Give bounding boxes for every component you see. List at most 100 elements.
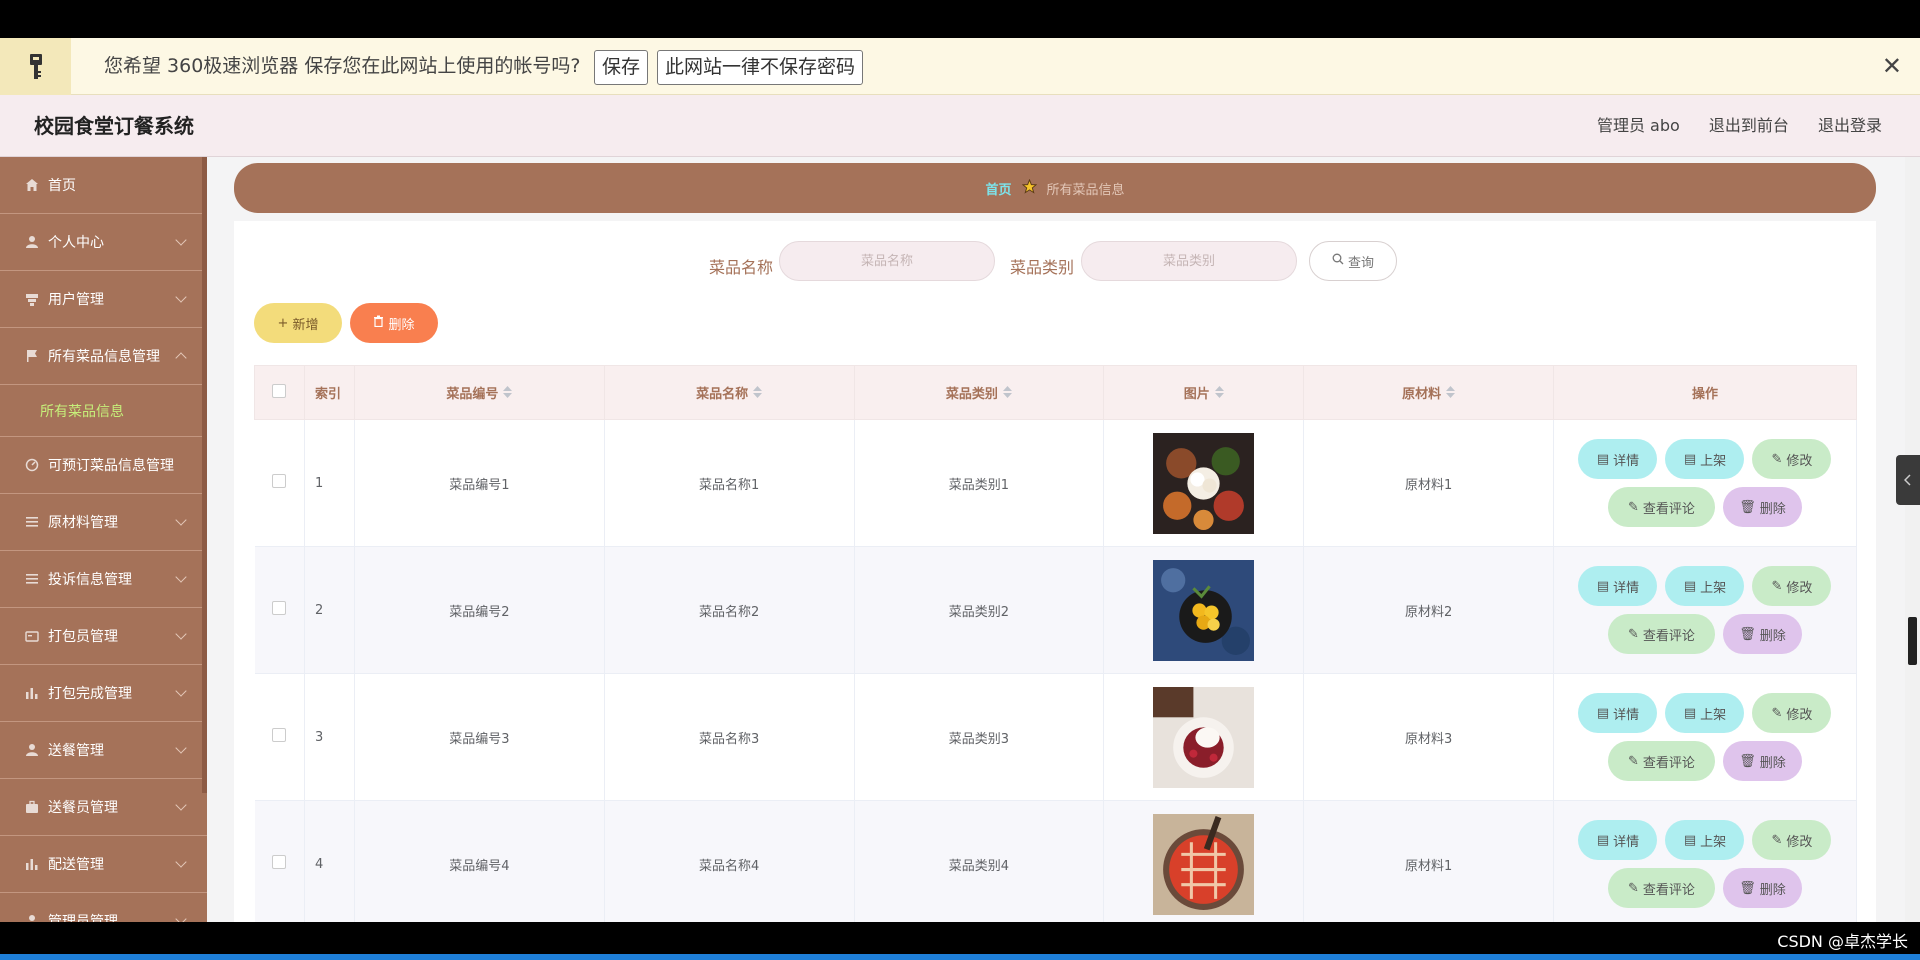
- chevron-left-icon: [1903, 471, 1912, 490]
- sort-icon[interactable]: [503, 386, 513, 402]
- shelve-button[interactable]: ▤ 上架: [1665, 820, 1745, 860]
- shelve-button[interactable]: ▤ 上架: [1665, 693, 1745, 733]
- detail-button[interactable]: ▤ 详情: [1578, 693, 1658, 733]
- column-header-type[interactable]: 菜品类别: [853, 365, 1105, 420]
- sidebar-item-dispatch-management[interactable]: 配送管理: [0, 836, 207, 893]
- column-header-index: 索引: [303, 365, 355, 420]
- sidebar-item-bookable-dishes-management[interactable]: 可预订菜品信息管理: [0, 437, 207, 494]
- add-button[interactable]: + 新增: [254, 303, 342, 343]
- sidebar-item-courier-management[interactable]: 送餐员管理: [0, 779, 207, 836]
- dish-image[interactable]: [1153, 686, 1255, 788]
- column-header-image[interactable]: 图片: [1103, 365, 1305, 420]
- card-icon: [24, 628, 40, 644]
- sidebar-item-home[interactable]: 首页: [0, 157, 207, 214]
- side-panel-toggle[interactable]: [1896, 455, 1920, 505]
- scrollbar-thumb[interactable]: [1908, 617, 1917, 665]
- chevron-down-icon: [175, 514, 187, 526]
- cell-index: 3: [304, 673, 355, 801]
- delete-button[interactable]: 🗑 删除: [1722, 614, 1802, 654]
- sidebar-item-admin-management[interactable]: 管理员管理: [0, 893, 207, 922]
- sidebar-item-user-management[interactable]: 用户管理: [0, 271, 207, 328]
- row-checkbox[interactable]: [254, 673, 305, 801]
- pencil-icon: ✎: [1628, 626, 1639, 642]
- cell-type: 菜品类别2: [854, 546, 1105, 674]
- briefcase-icon: [24, 799, 40, 815]
- view-reviews-button[interactable]: ✎ 查看评论: [1607, 614, 1715, 654]
- save-password-button[interactable]: 保存: [594, 50, 649, 85]
- detail-button[interactable]: ▤ 详情: [1578, 820, 1658, 860]
- pencil-icon: ✎: [1628, 753, 1639, 769]
- trash-icon: 🗑: [1739, 626, 1756, 642]
- query-button-label: 查询: [1347, 255, 1374, 271]
- sort-icon[interactable]: [1446, 386, 1456, 402]
- row-checkbox[interactable]: [254, 800, 305, 922]
- edit-button[interactable]: ✎ 修改: [1752, 439, 1832, 479]
- column-header-actions: 操作: [1552, 365, 1858, 420]
- page-scrollbar[interactable]: [1905, 157, 1920, 922]
- breadcrumb-home-link[interactable]: 首页: [985, 179, 1011, 198]
- query-button[interactable]: 查询: [1309, 241, 1397, 281]
- bottom-bar: CSDN @卓杰学长: [0, 922, 1920, 960]
- edit-button[interactable]: ✎ 修改: [1752, 566, 1832, 606]
- trash-icon: [373, 315, 384, 331]
- never-save-password-button[interactable]: 此网站一律不保存密码: [657, 50, 864, 85]
- plus-icon: +: [277, 315, 289, 331]
- cell-code: 菜品编号4: [354, 800, 605, 922]
- document-icon: ▤: [1596, 451, 1610, 467]
- cell-actions: ▤ 详情 ▤ 上架 ✎ 修改 ✎ 查看评论 🗑 删除: [1553, 800, 1858, 922]
- cell-index: 4: [304, 800, 355, 922]
- column-header-material[interactable]: 原材料: [1303, 365, 1554, 420]
- close-icon[interactable]: ✕: [1882, 52, 1902, 80]
- delete-button[interactable]: 🗑 删除: [1722, 487, 1802, 527]
- chevron-down-icon: [175, 234, 187, 246]
- delete-button[interactable]: 🗑 删除: [1722, 868, 1802, 908]
- select-all-checkbox[interactable]: [254, 365, 305, 420]
- dish-name-input[interactable]: [779, 241, 995, 281]
- batch-delete-button[interactable]: 删除: [350, 303, 438, 343]
- cell-name: 菜品名称4: [604, 800, 855, 922]
- cell-index: 2: [304, 546, 355, 674]
- edit-button[interactable]: ✎ 修改: [1752, 820, 1832, 860]
- sidebar-item-delivery-management[interactable]: 送餐管理: [0, 722, 207, 779]
- sidebar-subitem-all-dishes[interactable]: 所有菜品信息: [0, 385, 207, 437]
- delete-button[interactable]: 🗑 删除: [1722, 741, 1802, 781]
- dish-image[interactable]: [1153, 813, 1255, 915]
- row-checkbox[interactable]: [254, 546, 305, 674]
- detail-button[interactable]: ▤ 详情: [1578, 439, 1658, 479]
- pencil-icon: ✎: [1628, 499, 1639, 515]
- sort-icon[interactable]: [1002, 386, 1012, 402]
- sidebar-item-complaint-management[interactable]: 投诉信息管理: [0, 551, 207, 608]
- row-checkbox[interactable]: [254, 419, 305, 547]
- user-icon: [24, 742, 40, 758]
- dish-image[interactable]: [1153, 559, 1255, 661]
- sort-icon[interactable]: [753, 386, 763, 402]
- dish-type-input[interactable]: [1081, 241, 1297, 281]
- bar-chart-icon: [24, 685, 40, 701]
- detail-button[interactable]: ▤ 详情: [1578, 566, 1658, 606]
- column-header-name[interactable]: 菜品名称: [603, 365, 855, 420]
- sidebar-item-all-dishes-management[interactable]: 所有菜品信息管理: [0, 328, 207, 385]
- shelve-button[interactable]: ▤ 上架: [1665, 566, 1745, 606]
- content-panel: 菜品名称 菜品类别 查询 + 新增 删除: [234, 221, 1876, 922]
- chevron-down-icon: [175, 685, 187, 697]
- sort-icon[interactable]: [1214, 386, 1224, 402]
- view-reviews-button[interactable]: ✎ 查看评论: [1607, 487, 1715, 527]
- document-icon: ▤: [1683, 832, 1697, 848]
- column-header-code[interactable]: 菜品编号: [353, 365, 605, 420]
- edit-button[interactable]: ✎ 修改: [1752, 693, 1832, 733]
- sidebar-item-label: 打包完成管理: [48, 686, 132, 702]
- view-reviews-button[interactable]: ✎ 查看评论: [1607, 868, 1715, 908]
- view-reviews-button[interactable]: ✎ 查看评论: [1607, 741, 1715, 781]
- sidebar-item-packer-management[interactable]: 打包员管理: [0, 608, 207, 665]
- chevron-down-icon: [175, 742, 187, 754]
- logout-link[interactable]: 退出登录: [1818, 116, 1882, 135]
- exit-to-front-link[interactable]: 退出到前台: [1709, 116, 1789, 135]
- shelve-button[interactable]: ▤ 上架: [1665, 439, 1745, 479]
- sidebar-item-packing-done-management[interactable]: 打包完成管理: [0, 665, 207, 722]
- pencil-icon: ✎: [1771, 832, 1783, 848]
- dishes-table: 索引 菜品编号 菜品名称 菜品类别 图片 原材料 操作 1 菜品编号1 菜品名称…: [254, 365, 1858, 922]
- sidebar-item-raw-material-management[interactable]: 原材料管理: [0, 494, 207, 551]
- dish-image[interactable]: [1153, 432, 1255, 534]
- chevron-down-icon: [175, 913, 187, 922]
- sidebar-item-personal-center[interactable]: 个人中心: [0, 214, 207, 271]
